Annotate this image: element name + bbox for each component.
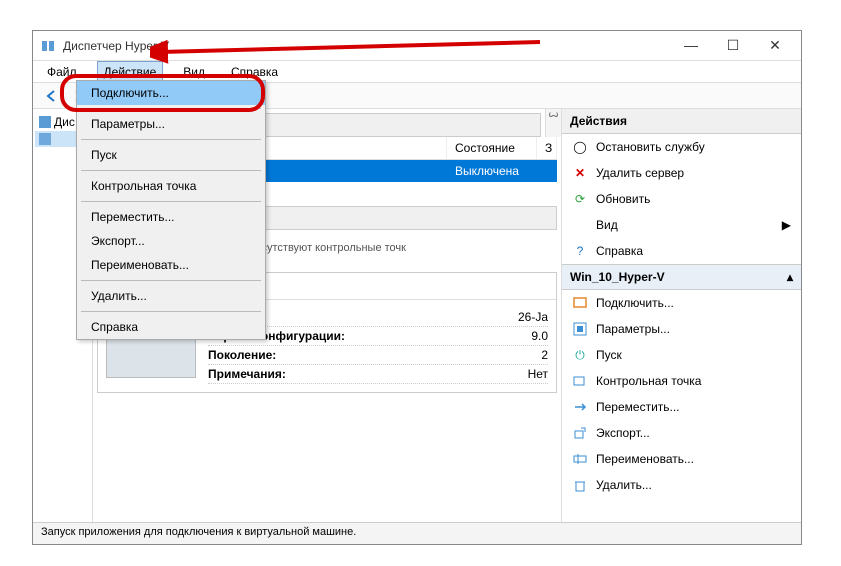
menu-help[interactable]: Справка xyxy=(225,62,284,82)
created-value: 26-Ja xyxy=(358,310,548,324)
generation-value: 2 xyxy=(358,348,548,362)
rename-icon xyxy=(572,451,588,467)
action-stop-service[interactable]: ◯Остановить службу xyxy=(562,134,801,160)
menu-item-checkpoint[interactable]: Контрольная точка xyxy=(77,174,265,198)
server-icon xyxy=(39,116,51,128)
scroll-up-icon[interactable]: ꙍ xyxy=(545,109,561,137)
connect-icon xyxy=(572,295,588,311)
help-icon: ? xyxy=(572,243,588,259)
actions-panel: Действия ◯Остановить службу ✕Удалить сер… xyxy=(561,109,801,522)
menu-item-connect[interactable]: Подключить... xyxy=(77,81,265,105)
menu-item-settings[interactable]: Параметры... xyxy=(77,112,265,136)
power-icon: ⏻ xyxy=(572,347,588,363)
hyperv-icon xyxy=(41,38,57,54)
menu-item-delete[interactable]: Удалить... xyxy=(77,284,265,308)
notes-value: Нет xyxy=(358,367,548,381)
refresh-icon: ⟳ xyxy=(572,191,588,207)
checkpoint-icon xyxy=(572,373,588,389)
col-extra[interactable]: З xyxy=(537,137,557,159)
maximize-button[interactable]: ☐ xyxy=(721,37,745,54)
back-button[interactable] xyxy=(41,85,63,107)
menu-item-export[interactable]: Экспорт... xyxy=(77,229,265,253)
action-vm-checkpoint[interactable]: Контрольная точка xyxy=(562,368,801,394)
action-vm-start[interactable]: ⏻Пуск xyxy=(562,342,801,368)
stop-icon: ◯ xyxy=(572,139,588,155)
chevron-right-icon: ▶ xyxy=(782,218,791,232)
menu-item-start[interactable]: Пуск xyxy=(77,143,265,167)
trash-icon xyxy=(572,477,588,493)
move-icon xyxy=(572,399,588,415)
action-help[interactable]: ?Справка xyxy=(562,238,801,264)
col-state[interactable]: Состояние xyxy=(447,137,537,159)
menu-file[interactable]: Файл xyxy=(41,62,83,82)
host-icon xyxy=(39,133,51,145)
export-icon xyxy=(572,425,588,441)
action-view[interactable]: Вид▶ xyxy=(562,212,801,238)
titlebar: Диспетчер Hyper-V — ☐ ✕ xyxy=(33,31,801,61)
menu-item-move[interactable]: Переместить... xyxy=(77,205,265,229)
configver-value: 9.0 xyxy=(358,329,548,343)
notes-label: Примечания: xyxy=(208,367,358,381)
action-vm-connect[interactable]: Подключить... xyxy=(562,290,801,316)
action-vm-rename[interactable]: Переименовать... xyxy=(562,446,801,472)
vm-actions-header: Win_10_Hyper-V▴ xyxy=(562,264,801,290)
window-title: Диспетчер Hyper-V xyxy=(63,39,679,53)
minimize-button[interactable]: — xyxy=(679,37,703,54)
actions-header: Действия xyxy=(562,109,801,134)
action-menu-dropdown: Подключить... Параметры... Пуск Контроль… xyxy=(76,80,266,340)
action-refresh[interactable]: ⟳Обновить xyxy=(562,186,801,212)
close-button[interactable]: ✕ xyxy=(763,37,787,54)
action-delete-server[interactable]: ✕Удалить сервер xyxy=(562,160,801,186)
menu-item-help[interactable]: Справка xyxy=(77,315,265,339)
action-vm-export[interactable]: Экспорт... xyxy=(562,420,801,446)
settings-icon xyxy=(572,321,588,337)
menu-view[interactable]: Вид xyxy=(177,62,211,82)
status-bar: Запуск приложения для подключения к вирт… xyxy=(33,522,801,544)
menu-item-rename[interactable]: Переименовать... xyxy=(77,253,265,277)
action-vm-delete[interactable]: Удалить... xyxy=(562,472,801,498)
generation-label: Поколение: xyxy=(208,348,358,362)
delete-x-icon: ✕ xyxy=(572,165,588,181)
action-vm-move[interactable]: Переместить... xyxy=(562,394,801,420)
vm-state-cell: Выключена xyxy=(447,160,537,182)
action-vm-settings[interactable]: Параметры... xyxy=(562,316,801,342)
collapse-icon[interactable]: ▴ xyxy=(787,270,793,284)
